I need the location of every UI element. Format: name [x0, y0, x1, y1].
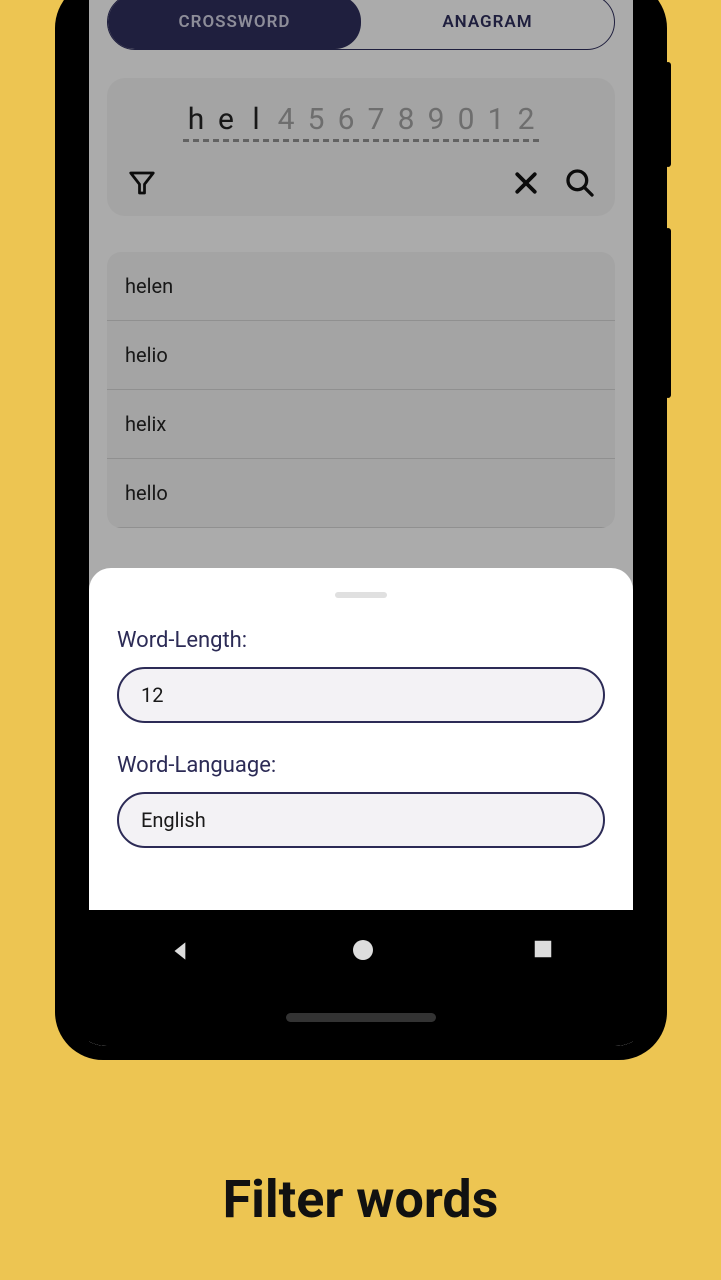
letter-input-row[interactable]: h e l 4 5 6 7 8 9 0 1 2	[125, 102, 597, 142]
nav-home-icon[interactable]	[351, 938, 375, 966]
letter-slot[interactable]: h	[183, 102, 209, 142]
word-language-label: Word-Language:	[117, 753, 605, 778]
letter-slot[interactable]: l	[243, 102, 269, 142]
app-screen: CROSSWORD ANAGRAM h e l 4 5 6 7 8 9 0 1 …	[89, 0, 633, 1046]
tab-anagram[interactable]: ANAGRAM	[361, 0, 614, 49]
android-nav-bar	[89, 910, 633, 1046]
phone-side-button	[665, 228, 671, 398]
letter-slot[interactable]: 2	[513, 102, 539, 142]
letter-slot[interactable]: 4	[273, 102, 299, 142]
search-panel: h e l 4 5 6 7 8 9 0 1 2	[107, 78, 615, 216]
mode-tabs: CROSSWORD ANAGRAM	[107, 0, 615, 50]
phone-side-button	[665, 62, 671, 167]
nav-recent-icon[interactable]	[532, 938, 554, 964]
letter-slot[interactable]: 7	[363, 102, 389, 142]
list-item[interactable]: helen	[107, 252, 615, 321]
letter-slot[interactable]: e	[213, 102, 239, 142]
nav-back-icon[interactable]	[168, 938, 194, 968]
sheet-drag-handle[interactable]	[335, 592, 387, 598]
promo-caption: Filter words	[0, 1169, 721, 1230]
results-list: helen helio helix hello	[107, 252, 615, 528]
letter-slot[interactable]: 6	[333, 102, 359, 142]
word-length-label: Word-Length:	[117, 628, 605, 653]
filter-icon[interactable]	[125, 166, 159, 200]
list-item[interactable]: helio	[107, 321, 615, 390]
search-icon[interactable]	[563, 166, 597, 200]
letter-slot[interactable]: 5	[303, 102, 329, 142]
phone-frame: CROSSWORD ANAGRAM h e l 4 5 6 7 8 9 0 1 …	[55, 0, 667, 1060]
home-indicator	[286, 1013, 436, 1022]
letter-slot[interactable]: 8	[393, 102, 419, 142]
list-item[interactable]: helix	[107, 390, 615, 459]
word-length-field[interactable]: 12	[117, 667, 605, 723]
letter-slot[interactable]: 0	[453, 102, 479, 142]
tab-crossword[interactable]: CROSSWORD	[108, 0, 361, 49]
letter-slot[interactable]: 9	[423, 102, 449, 142]
clear-icon[interactable]	[509, 166, 543, 200]
letter-slot[interactable]: 1	[483, 102, 509, 142]
word-language-field[interactable]: English	[117, 792, 605, 848]
list-item[interactable]: hello	[107, 459, 615, 528]
